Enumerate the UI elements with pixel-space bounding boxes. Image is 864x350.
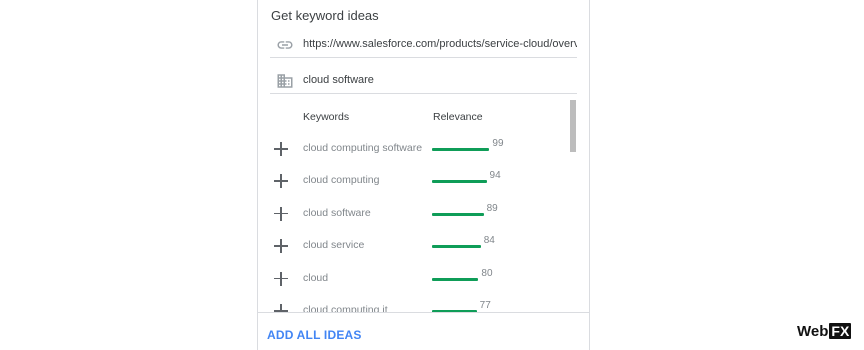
relevance-bar (432, 212, 484, 216)
relevance-value: 77 (479, 300, 491, 311)
add-keyword-plus-icon[interactable] (274, 206, 288, 221)
relevance-value: 94 (489, 170, 501, 182)
relevance-column-header: Relevance (433, 111, 483, 123)
building-icon (277, 74, 293, 88)
add-keyword-plus-icon[interactable] (274, 239, 288, 254)
webfx-logo: Web FX (797, 322, 852, 340)
keyword-idea-row[interactable]: cloud computing it 77 (258, 300, 589, 312)
relevance-bar (432, 245, 481, 249)
keyword-ideas-list: Keywords Relevance cloud computing softw… (258, 96, 589, 312)
add-keyword-plus-icon[interactable] (274, 271, 288, 286)
keyword-ideas-panel: Get keyword ideas https://www.salesforce… (257, 0, 590, 350)
relevance-value: 99 (492, 138, 504, 149)
add-keyword-plus-icon[interactable] (274, 174, 288, 189)
keywords-column-header: Keywords (303, 111, 350, 123)
keyword-idea-row[interactable]: cloud computing software 99 (258, 138, 589, 162)
relevance-bar (432, 277, 479, 281)
link-icon (277, 41, 293, 49)
keyword-field-value[interactable]: cloud software (303, 74, 577, 86)
relevance-value: 80 (481, 267, 493, 279)
relevance-bar (432, 148, 490, 151)
keyword-text: cloud (303, 271, 329, 284)
panel-footer: ADD ALL IDEAS (258, 312, 589, 350)
relevance-bar (432, 180, 487, 184)
keyword-idea-row[interactable]: cloud service 84 (258, 235, 589, 259)
url-field[interactable]: https://www.salesforce.com/products/serv… (270, 32, 577, 58)
keyword-text: cloud software (303, 206, 371, 219)
keyword-idea-row[interactable]: cloud 80 (258, 268, 589, 292)
relevance-value: 89 (486, 202, 498, 214)
add-all-ideas-button[interactable]: ADD ALL IDEAS (267, 328, 362, 342)
logo-text: Web (797, 322, 829, 340)
keyword-text: cloud service (303, 239, 365, 252)
keyword-text: cloud computing (303, 174, 380, 187)
panel-title: Get keyword ideas (271, 8, 379, 23)
add-keyword-plus-icon[interactable] (274, 304, 288, 312)
logo-text-box: FX (829, 323, 852, 339)
keyword-field[interactable]: cloud software (270, 66, 577, 94)
keyword-idea-row[interactable]: cloud computing 94 (258, 170, 589, 194)
keyword-idea-row[interactable]: cloud software 89 (258, 203, 589, 227)
relevance-value: 84 (483, 235, 495, 247)
url-field-value[interactable]: https://www.salesforce.com/products/serv… (303, 38, 577, 50)
add-keyword-plus-icon[interactable] (274, 142, 288, 156)
keyword-text: cloud computing it (303, 304, 388, 312)
keyword-text: cloud computing software (303, 142, 423, 154)
